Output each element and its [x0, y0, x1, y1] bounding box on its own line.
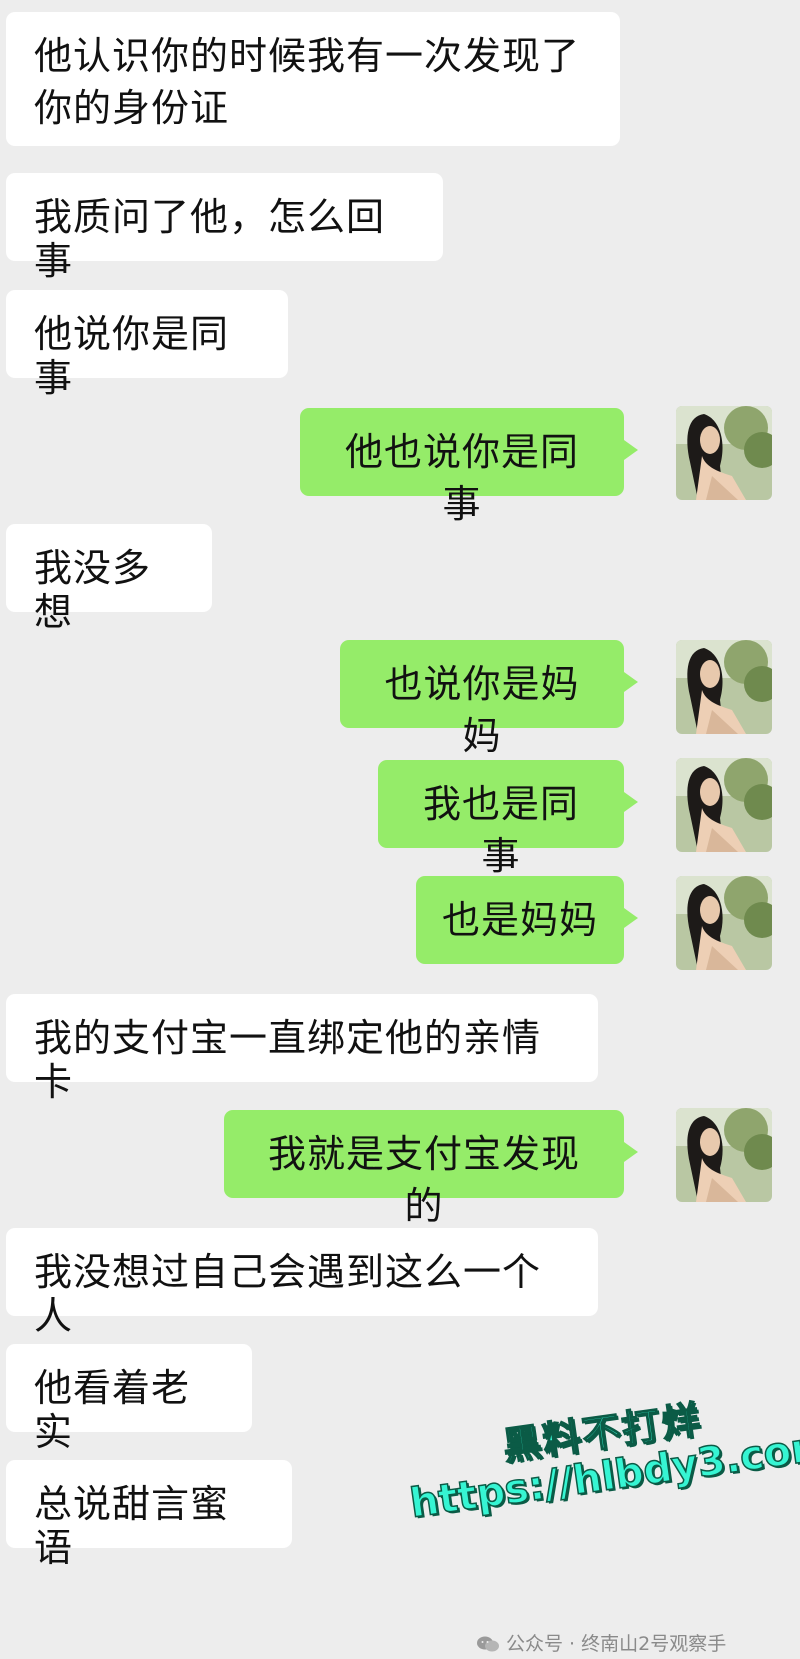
- avatar[interactable]: [676, 406, 772, 500]
- message-bubble-outgoing[interactable]: 也是妈妈: [416, 876, 638, 964]
- avatar[interactable]: [676, 758, 772, 852]
- avatar-woman-photo-icon: [676, 1108, 772, 1202]
- message-bubble-outgoing[interactable]: 我就是支付宝发现的: [224, 1110, 638, 1228]
- message-text: 我就是支付宝发现的: [267, 1132, 580, 1228]
- message-text: 我也是同事: [422, 782, 579, 878]
- avatar[interactable]: [676, 876, 772, 970]
- message-text: 他看着老实: [34, 1366, 191, 1454]
- message-text: 他认识你的时候我有一次发现了你的身份证: [34, 34, 581, 130]
- avatar[interactable]: [676, 1108, 772, 1202]
- message-bubble-incoming[interactable]: 总说甜言蜜语: [6, 1460, 292, 1570]
- message-text: 总说甜言蜜语: [34, 1482, 230, 1570]
- message-text: 也是妈妈: [442, 898, 599, 942]
- message-text: 也说你是妈妈: [384, 662, 580, 758]
- avatar-woman-photo-icon: [676, 640, 772, 734]
- message-bubble-incoming[interactable]: 他说你是同事: [6, 290, 288, 400]
- message-bubble-outgoing[interactable]: 也说你是妈妈: [340, 640, 638, 758]
- avatar-woman-photo-icon: [676, 406, 772, 500]
- wechat-icon: [476, 1635, 500, 1653]
- message-bubble-incoming[interactable]: 他看着老实: [6, 1344, 252, 1454]
- message-bubble-incoming[interactable]: 我没想过自己会遇到这么一个人: [6, 1228, 598, 1338]
- avatar[interactable]: [676, 640, 772, 734]
- message-bubble-incoming[interactable]: 我的支付宝一直绑定他的亲情卡: [6, 994, 598, 1104]
- message-text: 我没想过自己会遇到这么一个人: [34, 1250, 542, 1338]
- message-bubble-incoming[interactable]: 他认识你的时候我有一次发现了你的身份证: [6, 12, 620, 146]
- message-text: 我没多想: [34, 546, 152, 634]
- wechat-account-watermark: 公众号 · 终南山2号观察手: [476, 1632, 726, 1656]
- avatar-woman-photo-icon: [676, 758, 772, 852]
- message-bubble-outgoing[interactable]: 他也说你是同事: [300, 408, 638, 526]
- message-text: 我质问了他，怎么回事: [34, 195, 386, 283]
- message-bubble-outgoing[interactable]: 我也是同事: [378, 760, 638, 878]
- message-text: 他说你是同事: [34, 312, 230, 400]
- message-bubble-incoming[interactable]: 我质问了他，怎么回事: [6, 173, 443, 283]
- message-text: 他也说你是同事: [344, 430, 579, 526]
- wechat-account-name: 公众号 · 终南山2号观察手: [506, 1633, 727, 1655]
- message-bubble-incoming[interactable]: 我没多想: [6, 524, 212, 634]
- avatar-woman-photo-icon: [676, 876, 772, 970]
- message-text: 我的支付宝一直绑定他的亲情卡: [34, 1016, 542, 1104]
